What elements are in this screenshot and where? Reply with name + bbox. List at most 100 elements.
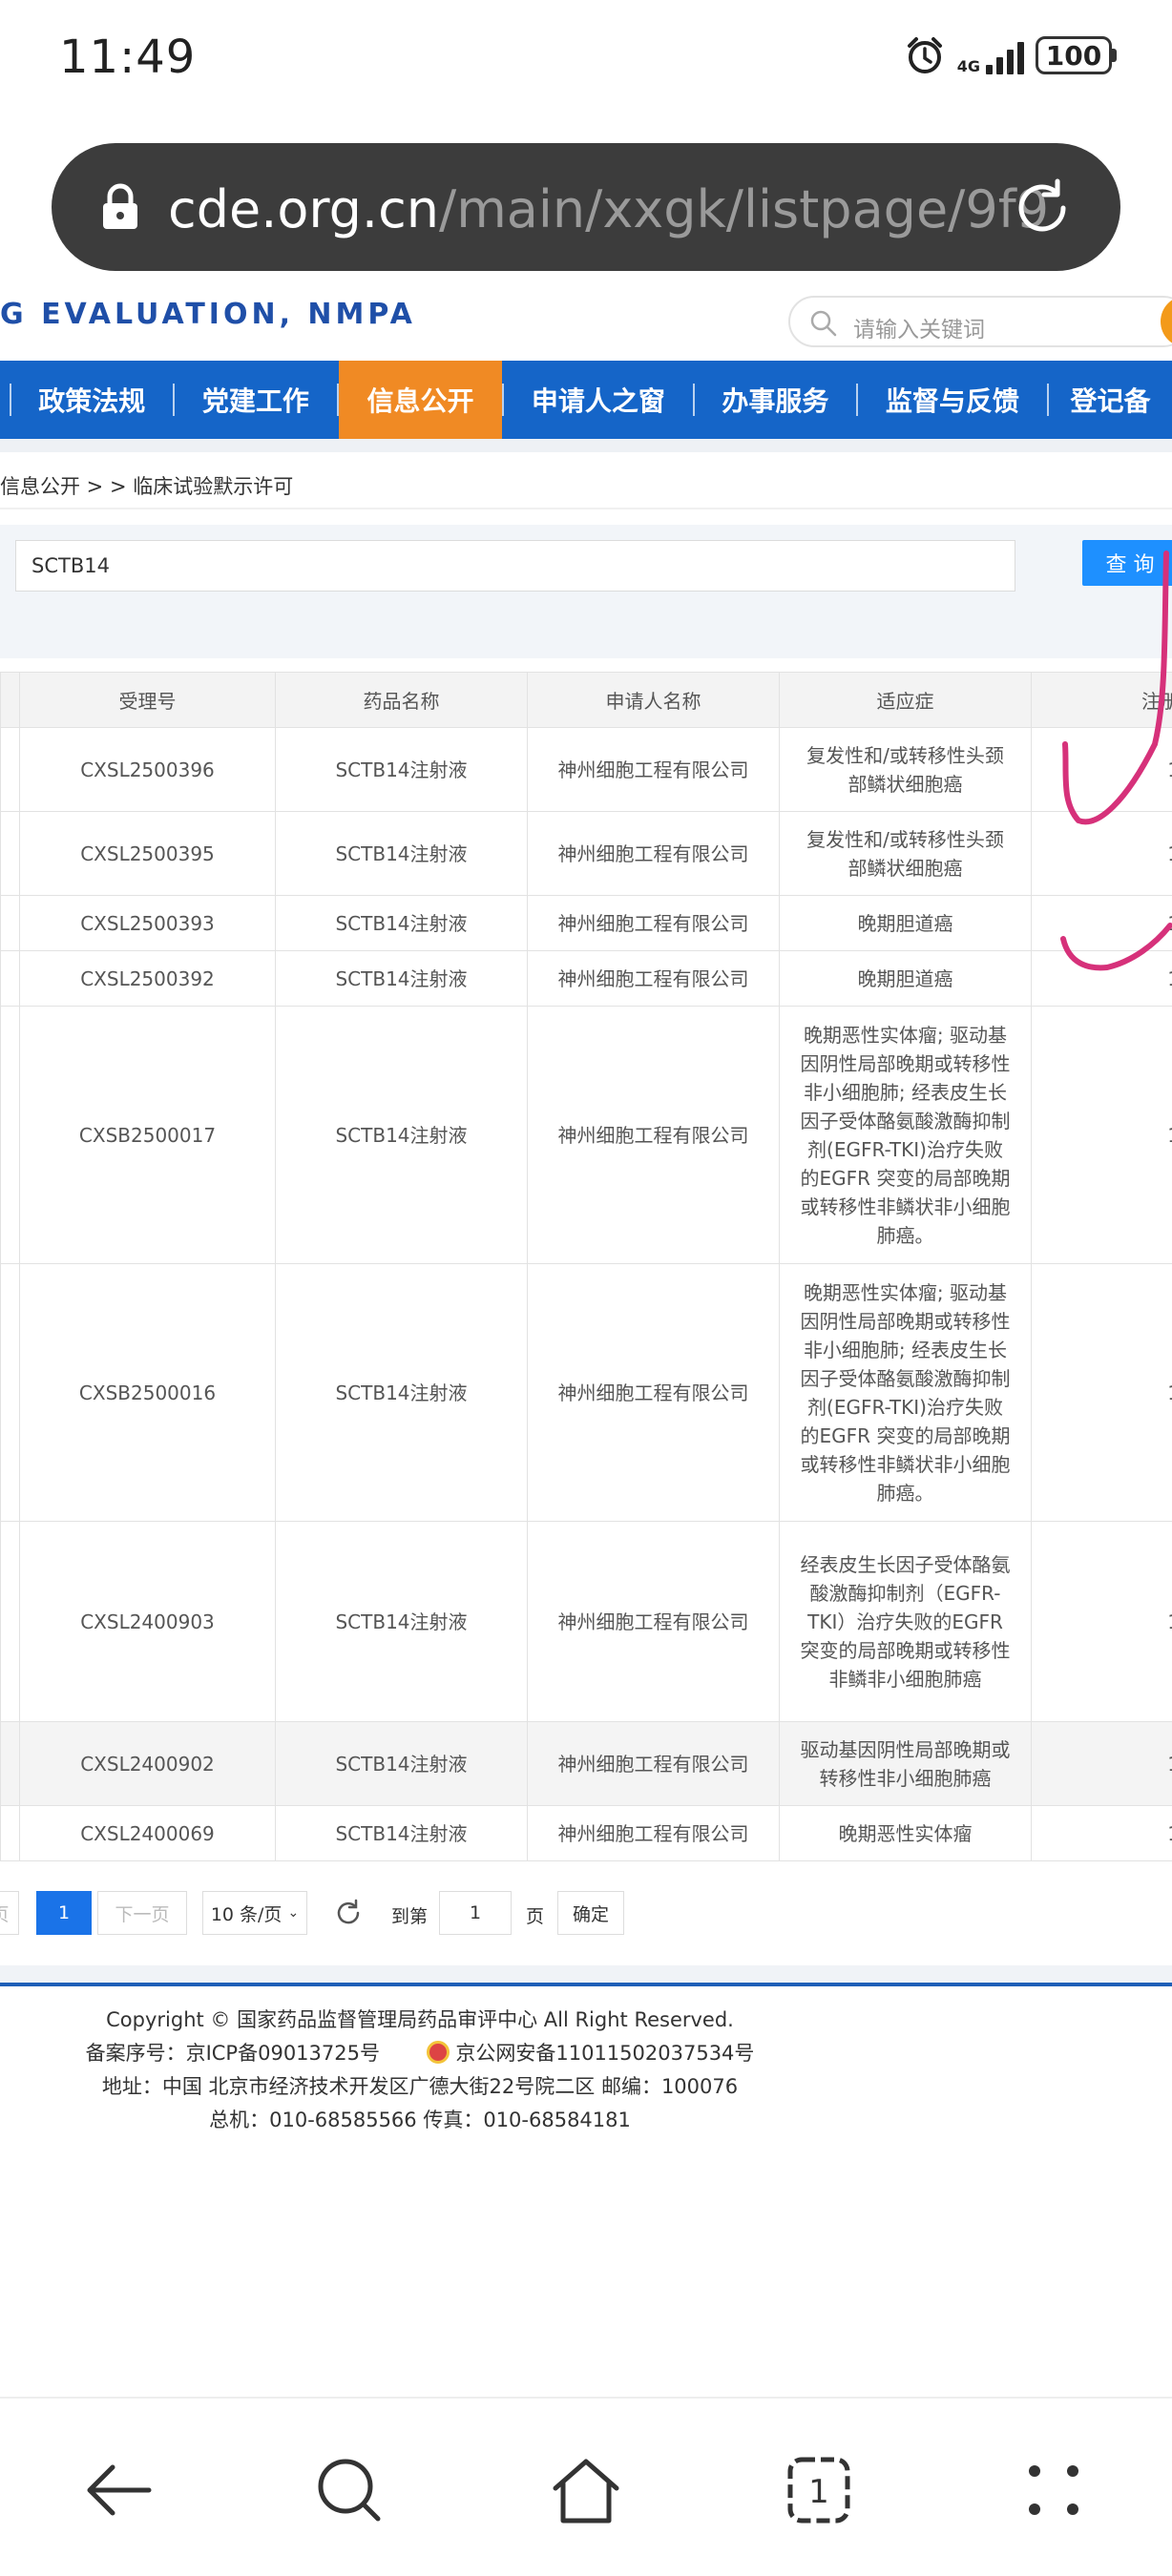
cell-acceptance-no[interactable]: CXSL2500393 — [19, 895, 276, 951]
menu-dots-icon[interactable] — [1015, 2452, 1092, 2528]
table-row[interactable]: CXSL2400903 SCTB14注射液 神州细胞工程有限公司 经表皮生长因子… — [0, 1521, 1172, 1722]
table-row[interactable]: CXSB2500016 SCTB14注射液 神州细胞工程有限公司 晚期恶性实体瘤… — [0, 1263, 1172, 1522]
header-drug-name: 药品名称 — [275, 672, 528, 728]
svg-text:1: 1 — [808, 2473, 829, 2511]
site-search-box[interactable]: 请输入关键词 — [788, 296, 1172, 347]
nav-item-policy[interactable]: 政策法规 — [11, 361, 173, 439]
browser-bottom-bar: 1 — [0, 2423, 1172, 2547]
nav-item-party[interactable]: 党建工作 — [175, 361, 338, 439]
footer-police[interactable]: 京公网安备11011502037534号 — [455, 2042, 754, 2065]
cell-drug-name: SCTB14注射液 — [275, 1263, 528, 1522]
nav-item-services[interactable]: 办事服务 — [695, 361, 856, 439]
site-footer: Copyright © 国家药品监督管理局药品审评中心 All Right Re… — [0, 2004, 840, 2137]
nav-item-registration[interactable]: 登记备 — [1049, 361, 1172, 439]
cell-applicant: 神州细胞工程有限公司 — [527, 1805, 780, 1861]
next-page-button[interactable]: 下一页 — [97, 1891, 187, 1935]
main-nav: 政策法规 党建工作 信息公开 申请人之窗 办事服务 监督与反馈 登记备 — [0, 361, 1172, 439]
cell-applicant: 神州细胞工程有限公司 — [527, 1521, 780, 1722]
goto-label: 到第 — [391, 1906, 429, 1927]
cell-registration: 1 — [1031, 1521, 1172, 1722]
home-icon[interactable] — [548, 2452, 624, 2528]
chevron-down-icon: ⌄ — [287, 1905, 300, 1921]
nav-item-applicant[interactable]: 申请人之窗 — [504, 361, 693, 439]
cell-applicant: 神州细胞工程有限公司 — [527, 895, 780, 951]
query-input[interactable]: SCTB14 — [15, 540, 1015, 592]
url-text[interactable]: cde.org.cn/main/xxgk/listpage/9f9 — [168, 179, 1049, 239]
current-page-button[interactable]: 1 — [36, 1891, 92, 1935]
cell-acceptance-no[interactable]: CXSL2500396 — [19, 727, 276, 812]
cell-applicant: 神州细胞工程有限公司 — [527, 811, 780, 896]
site-title: G EVALUATION, NMPA — [0, 298, 416, 331]
footer-icp[interactable]: 备案序号：京ICP备09013725号 — [86, 2042, 380, 2065]
footer-copyright: Copyright © 国家药品监督管理局药品审评中心 All Right Re… — [106, 2008, 734, 2031]
status-time: 11:49 — [59, 31, 197, 84]
cell-acceptance-no[interactable]: CXSB2500016 — [19, 1263, 276, 1522]
table-row[interactable]: CXSB2500017 SCTB14注射液 神州细胞工程有限公司 晚期恶性实体瘤… — [0, 1006, 1172, 1264]
table-row[interactable]: CXSL2400069 SCTB14注射液 神州细胞工程有限公司 晚期恶性实体瘤… — [0, 1805, 1172, 1861]
cell-acceptance-no[interactable]: CXSL2400903 — [19, 1521, 276, 1722]
table-row[interactable]: CXSL2500392 SCTB14注射液 神州细胞工程有限公司 晚期胆道癌 1 — [0, 950, 1172, 1007]
cell-acceptance-no[interactable]: CXSL2400902 — [19, 1721, 276, 1806]
cell-indication: 复发性和/或转移性头颈部鳞状细胞癌 — [779, 811, 1032, 896]
cell-indication: 经表皮生长因子受体酪氨酸激酶抑制剂（EGFR-TKI）治疗失败的EGFR突变的局… — [779, 1521, 1032, 1722]
network-label: 4G — [956, 57, 980, 75]
pagination: 页 1 下一页 10 条/页⌄ 到第 1 页 确定 — [0, 1891, 1172, 1941]
tabs-icon[interactable]: 1 — [781, 2452, 857, 2528]
cell-indication: 驱动基因阴性局部晚期或转移性非小细胞肺癌 — [779, 1721, 1032, 1806]
cell-indication: 晚期胆道癌 — [779, 895, 1032, 951]
cell-registration: 1 — [1031, 1006, 1172, 1264]
breadcrumb: 信息公开 > > 临床试验默示许可 — [0, 475, 294, 498]
table-row[interactable]: CXSL2400902 SCTB14注射液 神州细胞工程有限公司 驱动基因阴性局… — [0, 1721, 1172, 1806]
header-applicant: 申请人名称 — [527, 672, 780, 728]
nav-item-info-disclosure[interactable]: 信息公开 — [339, 361, 502, 439]
cell-drug-name: SCTB14注射液 — [275, 1805, 528, 1861]
status-bar: 11:49 4G 100 — [0, 0, 1172, 114]
nav-item-supervision[interactable]: 监督与反馈 — [858, 361, 1047, 439]
cell-indication: 复发性和/或转移性头颈部鳞状细胞癌 — [779, 727, 1032, 812]
footer-phone: 总机：010-68585566 传真：010-68584181 — [209, 2109, 631, 2131]
site-search-button[interactable] — [1161, 296, 1172, 347]
search-icon[interactable] — [311, 2452, 387, 2528]
cell-drug-name: SCTB14注射液 — [275, 1721, 528, 1806]
table-row[interactable]: CXSL2500395 SCTB14注射液 神州细胞工程有限公司 复发性和/或转… — [0, 811, 1172, 896]
footer-address: 地址：中国 北京市经济技术开发区广德大街22号院二区 邮编：100076 — [101, 2075, 739, 2098]
cell-indication: 晚期恶性实体瘤; 驱动基因阴性局部晚期或转移性非小细胞肺; 经表皮生长因子受体酪… — [779, 1006, 1032, 1264]
goto-page-input[interactable]: 1 — [439, 1891, 512, 1935]
cell-applicant: 神州细胞工程有限公司 — [527, 950, 780, 1007]
reload-icon[interactable] — [1008, 174, 1077, 242]
table-row[interactable]: CXSL2500396 SCTB14注射液 神州细胞工程有限公司 复发性和/或转… — [0, 727, 1172, 812]
prev-page-button[interactable]: 页 — [0, 1891, 19, 1935]
site-search-input[interactable]: 请输入关键词 — [853, 311, 985, 343]
back-icon[interactable] — [80, 2452, 157, 2528]
table-row[interactable]: CXSL2500393 SCTB14注射液 神州细胞工程有限公司 晚期胆道癌 1 — [0, 895, 1172, 951]
cell-acceptance-no[interactable]: CXSB2500017 — [19, 1006, 276, 1264]
cell-drug-name: SCTB14注射液 — [275, 727, 528, 812]
cell-drug-name: SCTB14注射液 — [275, 1521, 528, 1722]
cell-indication: 晚期恶性实体瘤 — [779, 1805, 1032, 1861]
page-size-select[interactable]: 10 条/页 ⌄ — [202, 1891, 307, 1935]
footer-registration: 备案序号：京ICP备09013725号 京公网安备11011502037534号 — [0, 2037, 840, 2070]
cell-drug-name: SCTB14注射液 — [275, 1006, 528, 1264]
annotation-check-marks — [1060, 551, 1172, 971]
address-bar[interactable]: cde.org.cn/main/xxgk/listpage/9f9 — [52, 143, 1120, 271]
cell-applicant: 神州细胞工程有限公司 — [527, 727, 780, 812]
site-header: G EVALUATION, NMPA 请输入关键词 — [0, 277, 1172, 359]
cell-acceptance-no[interactable]: CXSL2500395 — [19, 811, 276, 896]
refresh-icon[interactable] — [334, 1899, 363, 1927]
battery-icon: 100 — [1036, 36, 1117, 74]
cell-drug-name: SCTB14注射液 — [275, 895, 528, 951]
goto-confirm-button[interactable]: 确定 — [557, 1891, 624, 1935]
query-area: SCTB14 查 询 — [0, 525, 1172, 658]
cell-acceptance-no[interactable]: CXSL2400069 — [19, 1805, 276, 1861]
status-icons: 4G 100 — [904, 34, 1117, 76]
page-unit-label: 页 — [526, 1906, 545, 1927]
cell-acceptance-no[interactable]: CXSL2500392 — [19, 950, 276, 1007]
results-table: 受理号 药品名称 申请人名称 适应症 注册 CXSL2500396 SCTB14… — [0, 672, 1172, 1861]
cell-registration: 1 — [1031, 1805, 1172, 1861]
url-path: /main/xxgk/listpage/9f9 — [439, 179, 1050, 239]
header-acceptance-no: 受理号 — [19, 672, 276, 728]
cell-registration: 1 — [1031, 1263, 1172, 1522]
signal-icon: 4G — [957, 36, 1024, 74]
cell-applicant: 神州细胞工程有限公司 — [527, 1721, 780, 1806]
cell-indication: 晚期恶性实体瘤; 驱动基因阴性局部晚期或转移性非小细胞肺; 经表皮生长因子受体酪… — [779, 1263, 1032, 1522]
